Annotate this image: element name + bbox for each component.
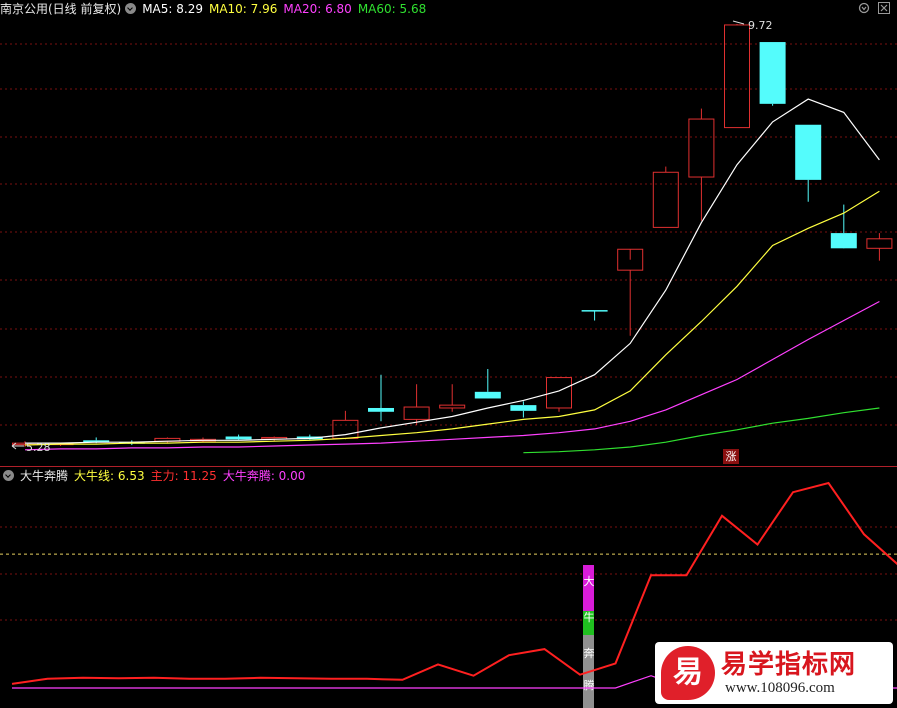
watermark-title: 易学指标网 — [721, 650, 857, 680]
signal-char: 腾 — [584, 678, 595, 692]
candle[interactable] — [368, 374, 394, 422]
candle[interactable] — [474, 369, 501, 399]
candle[interactable] — [403, 384, 430, 426]
signal-char: 牛 — [584, 610, 595, 624]
candle[interactable] — [866, 233, 893, 261]
candle[interactable] — [617, 248, 644, 336]
low-pointer — [11, 442, 24, 450]
high-pointer — [732, 20, 745, 25]
ma10-line — [24, 190, 880, 446]
watermark-logo: 易 — [661, 646, 715, 700]
candle[interactable] — [510, 401, 537, 418]
candle[interactable] — [724, 24, 750, 129]
candle[interactable] — [225, 434, 252, 441]
candle[interactable] — [688, 108, 715, 221]
candle[interactable] — [652, 166, 679, 228]
candlestick-chart[interactable]: 9.72 5.28 — [0, 0, 897, 466]
candle[interactable] — [795, 124, 822, 202]
signal-char: 大 — [584, 574, 595, 588]
low-price-label: 5.28 — [26, 441, 51, 454]
candle[interactable] — [581, 310, 608, 321]
rise-marker: 涨 — [723, 449, 739, 464]
high-price-label: 9.72 — [748, 19, 773, 32]
watermark: 易 易学指标网 www.108096.com — [655, 642, 893, 704]
watermark-url: www.108096.com — [725, 680, 835, 696]
candle[interactable] — [830, 204, 857, 249]
candle[interactable] — [439, 384, 466, 412]
signal-bar-segment — [583, 565, 594, 611]
signal-char: 奔 — [584, 647, 595, 660]
candle[interactable] — [546, 377, 572, 412]
candle[interactable] — [759, 42, 786, 106]
